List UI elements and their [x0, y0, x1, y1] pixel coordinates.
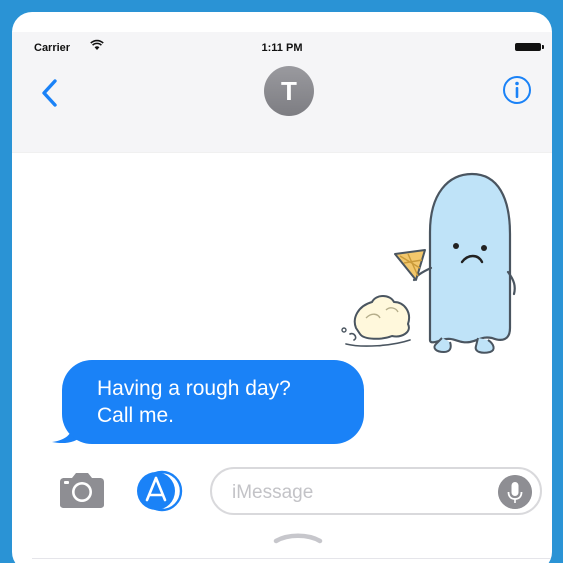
camera-icon[interactable]: [56, 470, 108, 510]
battery-icon: [515, 43, 544, 51]
microphone-icon[interactable]: [498, 475, 532, 509]
info-circle-icon[interactable]: [501, 74, 533, 106]
chevron-left-icon[interactable]: [38, 76, 62, 110]
message-bubble[interactable]: Having a rough day? Call me.: [62, 360, 364, 444]
chevron-up-handle-icon[interactable]: [272, 530, 324, 544]
contact-initial: T: [281, 75, 297, 106]
sad-ghost-sticker[interactable]: [332, 168, 532, 358]
contact-avatar[interactable]: T: [264, 66, 314, 116]
phone-screen: Carrier 1:11 PM T Having a rough day? Ca…: [12, 12, 552, 563]
status-time: 1:11 PM: [261, 42, 303, 54]
message-input-placeholder: iMessage: [232, 482, 314, 503]
message-line-2: Call me.: [97, 404, 175, 427]
app-store-icon[interactable]: [132, 468, 188, 514]
bottom-divider: [32, 558, 552, 559]
header-divider: [12, 152, 552, 153]
message-line-1: Having a rough day?: [97, 377, 291, 400]
message-input[interactable]: iMessage: [210, 467, 542, 515]
